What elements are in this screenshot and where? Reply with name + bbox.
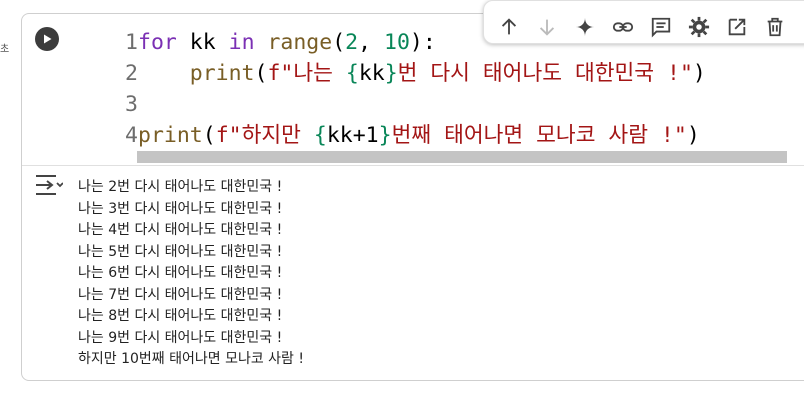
more-actions-button[interactable] [794,10,804,44]
output-line: 나는 2번 다시 태어나도 대한민국 ! [78,179,283,195]
line-number: 3 [125,92,138,117]
code-token: } [384,61,398,86]
code-editor[interactable]: 1 for kk in range(2, 10): 2 print(f"나는 {kk… [106,27,706,151]
arrow-up-icon [501,18,517,35]
code-token: 10 [384,30,410,55]
code-token: ( [254,61,268,86]
open-editor-button[interactable] [718,10,756,44]
code-token: kk [358,61,385,86]
output-line: 하지만 10번째 태어나면 모나코 사람 ! [78,351,304,367]
cell-output: 나는 2번 다시 태어나도 대한민국 ! 나는 3번 다시 태어나도 대한민국 !… [78,177,304,371]
code-token: } [378,123,392,148]
arrow-down-icon [539,19,555,36]
code-token: { [313,123,327,148]
code-token: ) [692,61,706,86]
link-icon [612,22,634,32]
cell-toolbar [483,0,804,44]
move-down-button[interactable] [528,10,566,44]
output-line: 나는 3번 다시 태어나도 대한민국 ! [78,200,283,217]
code-token: { [345,61,359,86]
code-token: , [358,30,384,55]
code-token: f"나는 [267,61,346,86]
code-token: 번째 태어나면 모나코 사람 !" [391,123,687,148]
gemini-button[interactable] [566,10,604,44]
code-line[interactable]: 2 print(f"나는 {kk}번 다시 태어나도 대한민국 !") [106,58,706,89]
code-text: print(f"하지만 {kk+1}번째 태어나면 모나코 사람 !") [138,120,700,151]
code-token: ( [332,30,346,55]
output-line: 나는 8번 다시 태어나도 대한민국 ! [78,308,283,324]
code-token: ) [686,123,700,148]
code-token: 2 [345,30,359,55]
trash-icon [767,17,783,37]
output-line: 나는 6번 다시 태어나도 대한민국 ! [78,265,283,281]
code-token: print [189,61,255,86]
output-line: 나는 5번 다시 태어나도 대한민국 ! [78,243,283,260]
gear-icon [688,16,710,38]
run-cell-button[interactable] [35,27,59,51]
code-token: kk [176,30,229,55]
code-line[interactable]: 3 [106,89,706,120]
side-label: 초 [0,44,10,55]
code-token: in [228,30,255,55]
sparkle-icon [575,17,595,37]
delete-cell-button[interactable] [756,10,794,44]
play-icon [44,34,52,44]
output-actions-icon[interactable] [35,174,63,196]
code-token: ( [202,123,216,148]
copy-link-button[interactable] [604,10,642,44]
open-in-editor-icon [728,18,746,36]
code-token: ): [409,30,436,55]
output-divider [22,165,804,166]
code-token: 번 다시 태어나도 대한민국 !" [397,61,693,86]
code-token: for [138,30,177,55]
add-comment-button[interactable] [642,10,680,44]
code-token: range [267,30,333,55]
output-line: 나는 7번 다시 태어나도 대한민국 ! [78,286,283,303]
settings-button[interactable] [680,10,718,44]
line-number: 4 [125,123,138,148]
code-text: for kk in range(2, 10): [138,27,436,58]
code-cell[interactable]: 1 for kk in range(2, 10): 2 print(f"나는 {kk… [21,0,804,381]
code-line[interactable]: 4 print(f"하지만 {kk+1}번째 태어나면 모나코 사람 !") [106,120,706,151]
output-line: 나는 4번 다시 태어나도 대한민국 ! [78,222,283,238]
code-text: print(f"나는 {kk}번 다시 태어나도 대한민국 !") [138,58,706,89]
line-number: 1 [125,30,138,55]
move-up-button[interactable] [490,10,528,44]
code-token: kk+1 [326,123,379,148]
output-line: 나는 9번 다시 태어나도 대한민국 ! [78,329,283,346]
code-token: f"하지만 [215,123,314,148]
code-token: print [138,123,203,148]
horizontal-scrollbar[interactable] [137,151,787,163]
comment-icon [651,17,671,38]
line-number: 2 [125,61,138,86]
